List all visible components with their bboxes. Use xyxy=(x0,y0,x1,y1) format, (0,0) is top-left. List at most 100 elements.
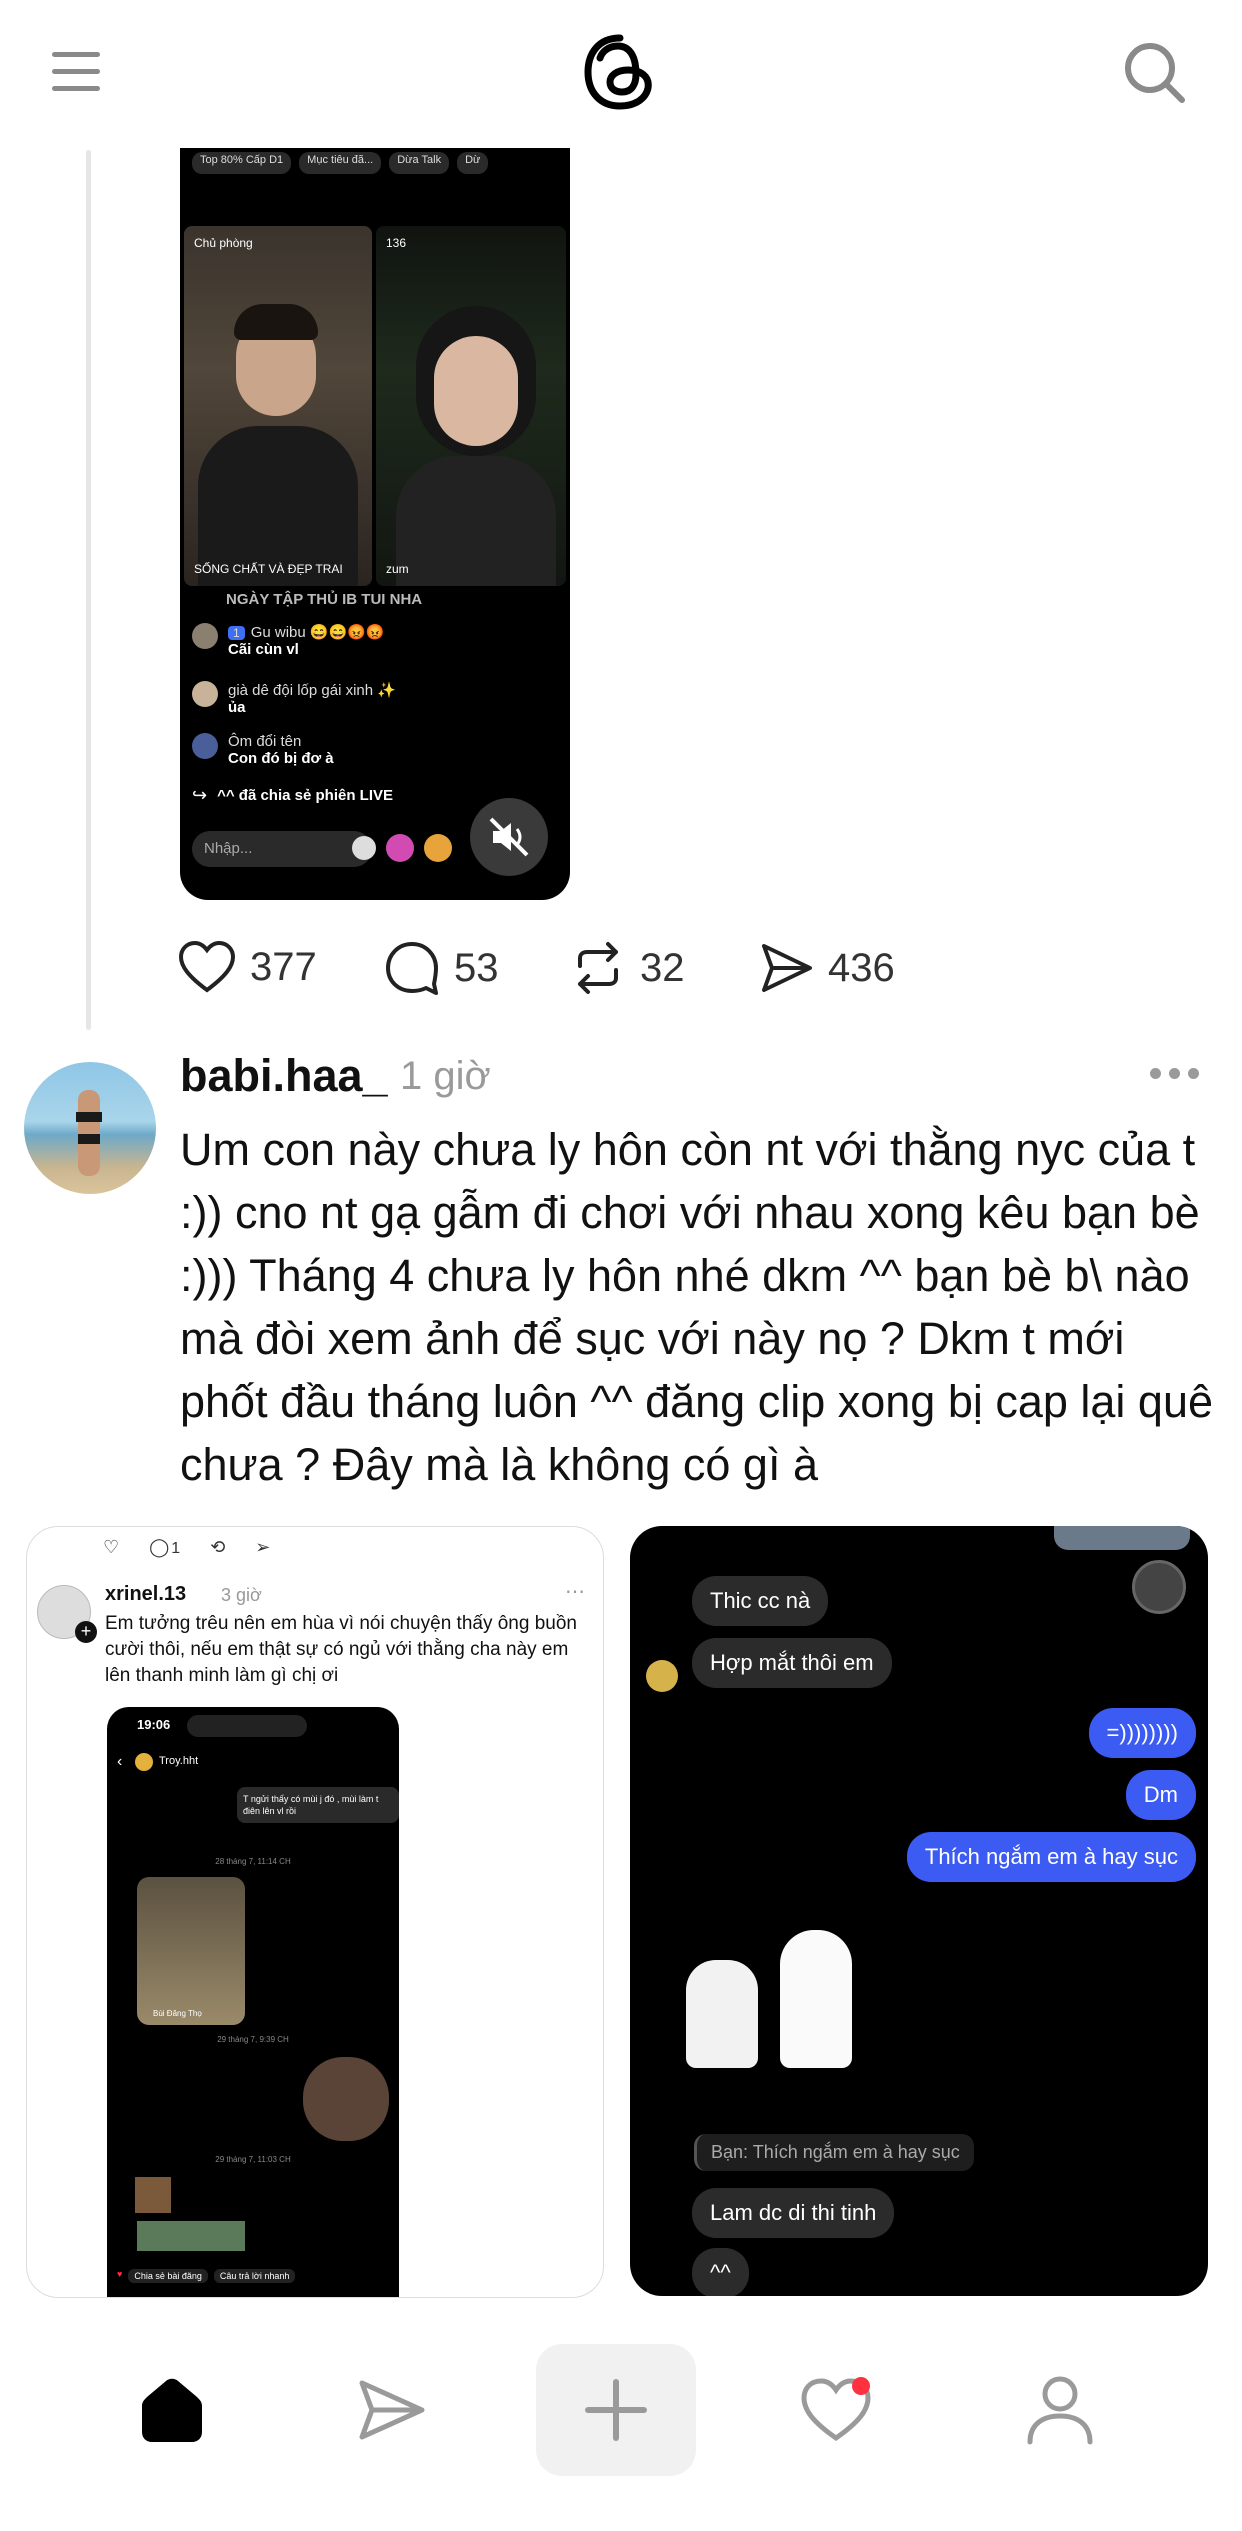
more-icon: ⋯ xyxy=(565,1581,585,1603)
nav-create[interactable] xyxy=(536,2344,696,2476)
comment-button[interactable]: 53 xyxy=(384,940,499,996)
input-placeholder: Nhập... xyxy=(204,840,253,857)
like-button[interactable]: 377 xyxy=(178,940,317,994)
media-caption: Bùi Đăng Thọ xyxy=(153,2009,202,2018)
comment-message: Con đó bị đơ à xyxy=(228,750,334,767)
guest-shirt xyxy=(396,456,556,586)
post-text: Um con này chưa ly hôn còn nt với thằng … xyxy=(180,1124,1214,1490)
heart-icon xyxy=(801,2377,871,2442)
message-bubble: Hợp mắt thôi em xyxy=(692,1638,892,1688)
live-screenshot-image[interactable]: Top 80% Cấp D1 Mục tiêu đã... Dừa Talk D… xyxy=(180,148,570,900)
live-pill: Top 80% Cấp D1 xyxy=(192,152,292,174)
repost-button[interactable]: 32 xyxy=(570,940,685,996)
reply-quote: Bạn: Thích ngắm em à hay sục xyxy=(694,2134,974,2171)
message-bubble: Thích ngắm em à hay sục xyxy=(906,1832,1196,1882)
att-action-row: ♡ ◯ 1 ⟲ ➢ xyxy=(103,1537,270,1558)
heart-icon xyxy=(178,940,236,993)
comment-message: Cãi cùn vl xyxy=(228,641,299,658)
nav-activity[interactable] xyxy=(756,2344,916,2476)
post-username[interactable]: babi.haa_ xyxy=(180,1050,388,1102)
chat-preview: T ngửi thấy có mùi j đó , mùi làm t điên… xyxy=(237,1787,399,1823)
guest-caption: zum xyxy=(386,562,409,576)
comment-icon xyxy=(386,942,438,995)
search-icon[interactable] xyxy=(1122,40,1186,104)
att-username: xrinel.13 xyxy=(105,1583,187,1605)
date-divider: 29 tháng 7, 9:39 CH xyxy=(217,2035,289,2044)
comment-message: ủa xyxy=(228,699,246,716)
avatar xyxy=(192,623,218,649)
send-icon: ➢ xyxy=(255,1537,271,1557)
profile-icon xyxy=(1027,2376,1093,2445)
heart-icon: ♡ xyxy=(103,1537,120,1557)
share-notice: ^^ đã chia sẻ phiên LIVE xyxy=(217,787,393,804)
live-comment: già dê đội lốp gái xinh ✨ ủa xyxy=(192,681,396,716)
sticker-image xyxy=(780,1930,852,2068)
live-pill: Mục tiêu đã... xyxy=(299,152,382,174)
back-icon: ‹ xyxy=(117,1753,123,1770)
home-icon xyxy=(142,2378,202,2442)
avatar-figure-bottom xyxy=(78,1134,100,1144)
att-time: 3 giờ xyxy=(221,1585,262,1605)
live-banner: NGÀY TẬP THỦ IB TUI NHA xyxy=(226,591,423,608)
avatar-figure-top xyxy=(76,1112,102,1122)
host-caption: SỐNG CHẤT VÀ ĐẸP TRAI xyxy=(194,562,343,576)
phone-screenshot: 19:06 ‹ Troy.hht T ngửi thấy có mùi j đó… xyxy=(107,1707,399,2297)
dynamic-island xyxy=(187,1715,307,1737)
sender-avatar xyxy=(646,1660,678,1692)
comment-count: 53 xyxy=(454,945,499,990)
send-icon xyxy=(762,944,812,992)
host-label: Chủ phòng xyxy=(194,236,253,250)
chip: Câu trả lời nhanh xyxy=(213,2269,296,2283)
nav-profile[interactable] xyxy=(980,2344,1140,2476)
live-pill: Dừ xyxy=(457,152,489,174)
quick-actions: ♥ Chia sẻ bài đăng Câu trả lời nhanh xyxy=(117,2269,296,2283)
avatar xyxy=(192,681,218,707)
message-bubble: =)))))))) xyxy=(1088,1708,1196,1758)
comment-icon: ◯ 1 xyxy=(149,1537,181,1557)
media-thumb xyxy=(137,1877,245,2025)
nav-send[interactable] xyxy=(312,2344,472,2476)
chat-avatar xyxy=(135,1753,153,1771)
emoji-icon[interactable] xyxy=(352,836,376,860)
avatar[interactable] xyxy=(24,1062,156,1194)
menu-icon[interactable] xyxy=(52,52,104,92)
guest-video: 136 zum xyxy=(376,226,566,586)
like-count: 377 xyxy=(250,944,317,989)
guests-icon[interactable] xyxy=(386,834,414,862)
level-badge: 1 xyxy=(228,626,245,640)
live-comment: Ôm đổi tên Con đó bị đơ à xyxy=(192,733,334,767)
live-input[interactable]: Nhập... xyxy=(192,831,372,867)
nav-home[interactable] xyxy=(92,2344,252,2476)
gift-icon[interactable] xyxy=(424,834,452,862)
comment-author: Ôm đổi tên xyxy=(228,733,302,750)
live-comment: 1 Gu wibu 😄😄😡😡 Cãi cùn vl xyxy=(192,623,385,658)
comment-count: 1 xyxy=(171,1540,181,1557)
mute-icon[interactable] xyxy=(470,798,548,876)
share-button[interactable]: 436 xyxy=(758,940,895,996)
live-pill: Dừa Talk xyxy=(389,152,450,174)
viewer-count: 136 xyxy=(386,236,407,250)
plus-icon xyxy=(585,2379,647,2441)
threads-logo-icon[interactable] xyxy=(580,32,660,112)
date-divider: 29 tháng 7, 11:03 CH xyxy=(215,2155,291,2164)
sticker-image xyxy=(303,2057,389,2141)
comment-author: già dê đội lốp gái xinh ✨ xyxy=(228,682,396,699)
host-hair xyxy=(234,304,318,340)
avatar-figure xyxy=(78,1090,100,1176)
attachment-thumb xyxy=(135,2177,171,2213)
repost-icon xyxy=(578,942,618,994)
thread-line xyxy=(86,150,91,1030)
landscape-thumb xyxy=(137,2221,245,2251)
sticker-image xyxy=(686,1960,758,2068)
repost-icon: ⟲ xyxy=(210,1537,226,1557)
message-bubble: Thic cc nà xyxy=(692,1576,829,1626)
send-icon xyxy=(359,2380,425,2440)
attachment-image[interactable]: ♡ ◯ 1 ⟲ ➢ + xrinel.13 3 giờ ⋯ Em tưởng tr… xyxy=(26,1526,604,2298)
attachment-image[interactable]: Thic cc nà Hợp mắt thôi em =)))))))) Dm … xyxy=(630,1526,1208,2296)
chip: Chia sẻ bài đăng xyxy=(128,2269,208,2283)
more-icon[interactable] xyxy=(1150,1068,1202,1082)
video-call-icon xyxy=(1132,1560,1186,1614)
att-text: Em tưởng trêu nên em hùa vì nói chuyện t… xyxy=(105,1613,577,1686)
date-divider: 28 tháng 7, 11:14 CH xyxy=(215,1857,291,1866)
top-photo xyxy=(1054,1526,1190,1550)
